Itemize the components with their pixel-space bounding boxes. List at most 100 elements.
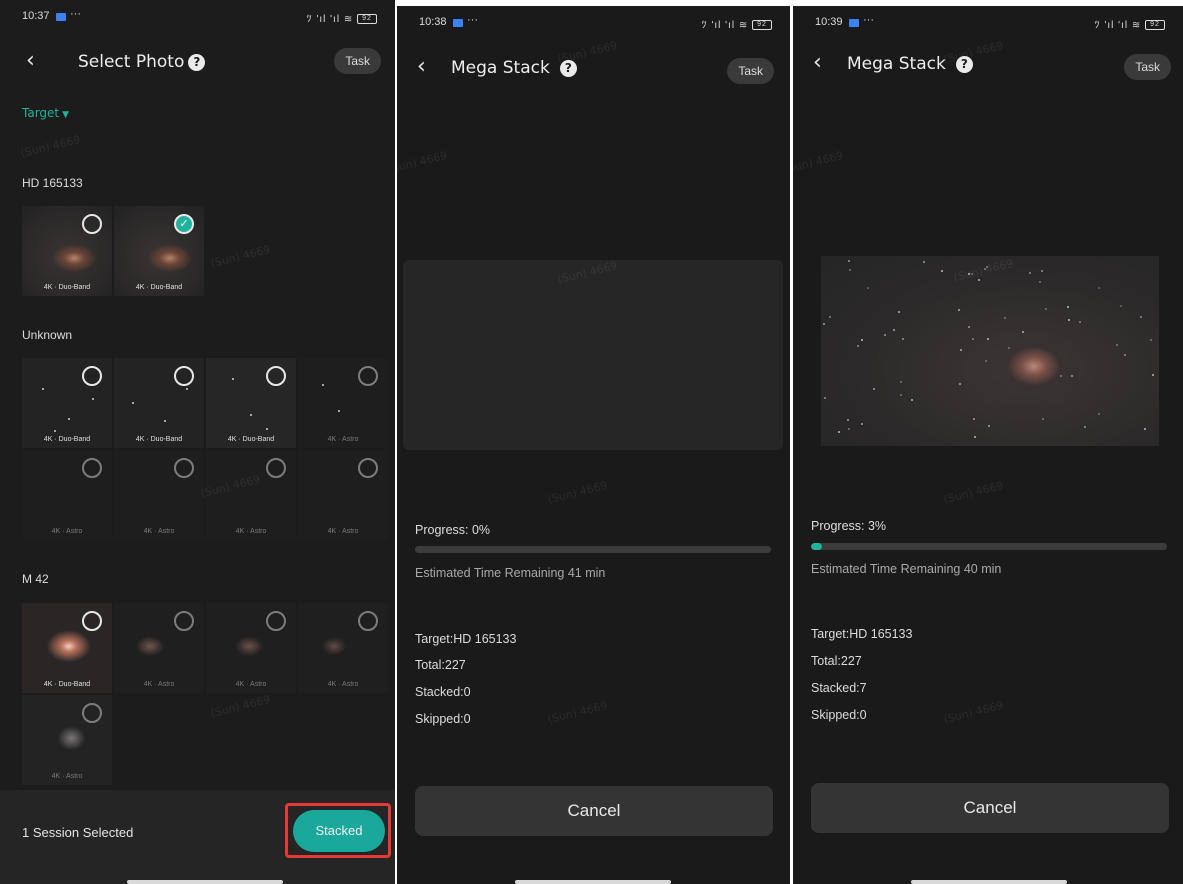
select-circle[interactable] bbox=[266, 611, 286, 631]
photo-thumbnail[interactable]: 4K · Duo-Band bbox=[206, 358, 296, 448]
signal-wifi-icons: ﾂ 'ıl 'ıl ≋ 92 bbox=[307, 10, 377, 25]
task-button[interactable]: Task bbox=[1124, 54, 1171, 80]
star-dot bbox=[848, 260, 850, 262]
photo-thumbnail[interactable]: 4K · Astro bbox=[206, 450, 296, 540]
photo-thumbnail[interactable]: 4K · Duo-Band bbox=[114, 358, 204, 448]
total-info: Total:227 bbox=[811, 654, 862, 668]
photo-tag: 4K · Astro bbox=[235, 528, 267, 535]
signal-wifi-icons: ﾂ 'ıl 'ıl ≋ 92 bbox=[1095, 16, 1165, 31]
star-dot bbox=[1041, 270, 1043, 272]
cancel-button[interactable]: Cancel bbox=[811, 783, 1169, 833]
star-dot bbox=[1039, 281, 1041, 283]
mega-stack-screen-start: 10:38 ··· ﾂ 'ıl 'ıl ≋ 92 ‹ Mega Stack? T… bbox=[397, 6, 790, 884]
estimated-time-remaining: Estimated Time Remaining 41 min bbox=[415, 566, 606, 580]
selected-check-icon[interactable]: ✓ bbox=[174, 214, 194, 234]
page-title: Mega Stack? bbox=[847, 54, 973, 74]
stack-preview-placeholder bbox=[403, 260, 783, 450]
back-arrow-icon[interactable]: ‹ bbox=[813, 50, 822, 75]
star-dot bbox=[1140, 316, 1142, 318]
status-bar: 10:37 ··· ﾂ 'ıl 'ıl ≋ 92 bbox=[22, 8, 377, 26]
star-dot bbox=[1150, 339, 1152, 341]
star-dot bbox=[873, 388, 875, 390]
star-dot bbox=[987, 338, 989, 340]
more-dots-icon: ··· bbox=[70, 8, 81, 20]
battery-icon: 92 bbox=[752, 20, 772, 31]
help-icon[interactable]: ? bbox=[559, 60, 577, 77]
photo-thumbnail[interactable]: 4K · Astro bbox=[22, 450, 112, 540]
select-circle[interactable] bbox=[358, 611, 378, 631]
star-dot bbox=[968, 273, 970, 275]
help-icon[interactable]: ? bbox=[188, 54, 206, 71]
more-dots-icon: ··· bbox=[863, 14, 874, 26]
star-dot bbox=[847, 419, 849, 421]
star-dot bbox=[984, 268, 986, 270]
photo-thumbnail[interactable]: 4K · Astro bbox=[114, 450, 204, 540]
star-dot bbox=[988, 425, 990, 427]
star-dot bbox=[1004, 317, 1006, 319]
star-dot bbox=[884, 334, 886, 336]
session-selected-text: 1 Session Selected bbox=[22, 825, 134, 840]
star-dot bbox=[1144, 428, 1146, 430]
star-dot bbox=[838, 431, 840, 433]
task-button[interactable]: Task bbox=[334, 48, 381, 74]
star-dot bbox=[959, 383, 961, 385]
star-dot bbox=[911, 399, 913, 401]
progress-bar bbox=[811, 543, 1167, 550]
select-photo-screen: 10:37 ··· ﾂ 'ıl 'ıl ≋ 92 ‹ Select Photo?… bbox=[0, 0, 395, 884]
star-dot bbox=[1022, 331, 1024, 333]
star-dot bbox=[1029, 272, 1031, 274]
photo-thumbnail[interactable]: 4K · Astro bbox=[206, 603, 296, 693]
photo-thumbnail[interactable]: 4K · Duo-Band bbox=[22, 603, 112, 693]
select-circle[interactable] bbox=[266, 458, 286, 478]
star-dot bbox=[923, 261, 925, 263]
back-arrow-icon[interactable]: ‹ bbox=[26, 48, 35, 73]
group-label-unknown: Unknown bbox=[22, 328, 73, 342]
select-circle[interactable] bbox=[82, 703, 102, 723]
photo-thumbnail[interactable]: 4K · Duo-Band bbox=[22, 206, 112, 296]
select-circle[interactable] bbox=[82, 214, 102, 234]
star-dot bbox=[1067, 306, 1069, 308]
select-circle[interactable] bbox=[174, 611, 194, 631]
notification-icon bbox=[849, 19, 859, 27]
photo-thumbnail[interactable]: ✓ 4K · Duo-Band bbox=[114, 206, 204, 296]
select-circle[interactable] bbox=[174, 366, 194, 386]
photo-tag: 4K · Duo-Band bbox=[43, 284, 91, 291]
star-dot bbox=[824, 397, 826, 399]
task-button[interactable]: Task bbox=[727, 58, 774, 84]
back-arrow-icon[interactable]: ‹ bbox=[417, 54, 426, 79]
page-title: Select Photo? bbox=[78, 52, 206, 72]
photo-thumbnail[interactable]: 4K · Astro bbox=[298, 450, 388, 540]
star-dot bbox=[941, 270, 943, 272]
photo-tag: 4K · Astro bbox=[327, 436, 359, 443]
status-bar: 10:38 ··· ﾂ 'ıl 'ıl ≋ 92 bbox=[419, 14, 772, 32]
select-circle[interactable] bbox=[82, 458, 102, 478]
photo-thumbnail[interactable]: 4K · Astro bbox=[298, 358, 388, 448]
estimated-time-remaining: Estimated Time Remaining 40 min bbox=[811, 562, 1002, 576]
notification-icon bbox=[56, 13, 66, 21]
star-dot bbox=[1060, 375, 1062, 377]
cancel-button[interactable]: Cancel bbox=[415, 786, 773, 836]
select-circle[interactable] bbox=[358, 458, 378, 478]
caret-down-icon: ▼ bbox=[62, 110, 70, 120]
stacked-button[interactable]: Stacked bbox=[293, 810, 385, 852]
filter-label: Target bbox=[22, 106, 60, 120]
target-filter-dropdown[interactable]: Target ▼ bbox=[22, 106, 69, 120]
stack-preview-image bbox=[821, 256, 1159, 446]
select-circle[interactable] bbox=[358, 366, 378, 386]
star-dot bbox=[1124, 354, 1126, 356]
select-circle[interactable] bbox=[82, 366, 102, 386]
select-circle[interactable] bbox=[266, 366, 286, 386]
photo-thumbnail[interactable]: 4K · Duo-Band bbox=[22, 358, 112, 448]
photo-tag: 4K · Duo-Band bbox=[135, 284, 183, 291]
select-circle[interactable] bbox=[174, 458, 194, 478]
header: ‹ Mega Stack? Task bbox=[793, 50, 1183, 80]
select-circle[interactable] bbox=[82, 611, 102, 631]
photo-thumbnail[interactable]: 4K · Astro bbox=[114, 603, 204, 693]
star-dot bbox=[893, 329, 895, 331]
help-icon[interactable]: ? bbox=[955, 56, 973, 73]
star-dot bbox=[973, 418, 975, 420]
photo-thumbnail[interactable]: 4K · Astro bbox=[22, 695, 112, 785]
star-dot bbox=[972, 338, 974, 340]
photo-thumbnail[interactable]: 4K · Astro bbox=[298, 603, 388, 693]
home-indicator bbox=[127, 880, 283, 884]
